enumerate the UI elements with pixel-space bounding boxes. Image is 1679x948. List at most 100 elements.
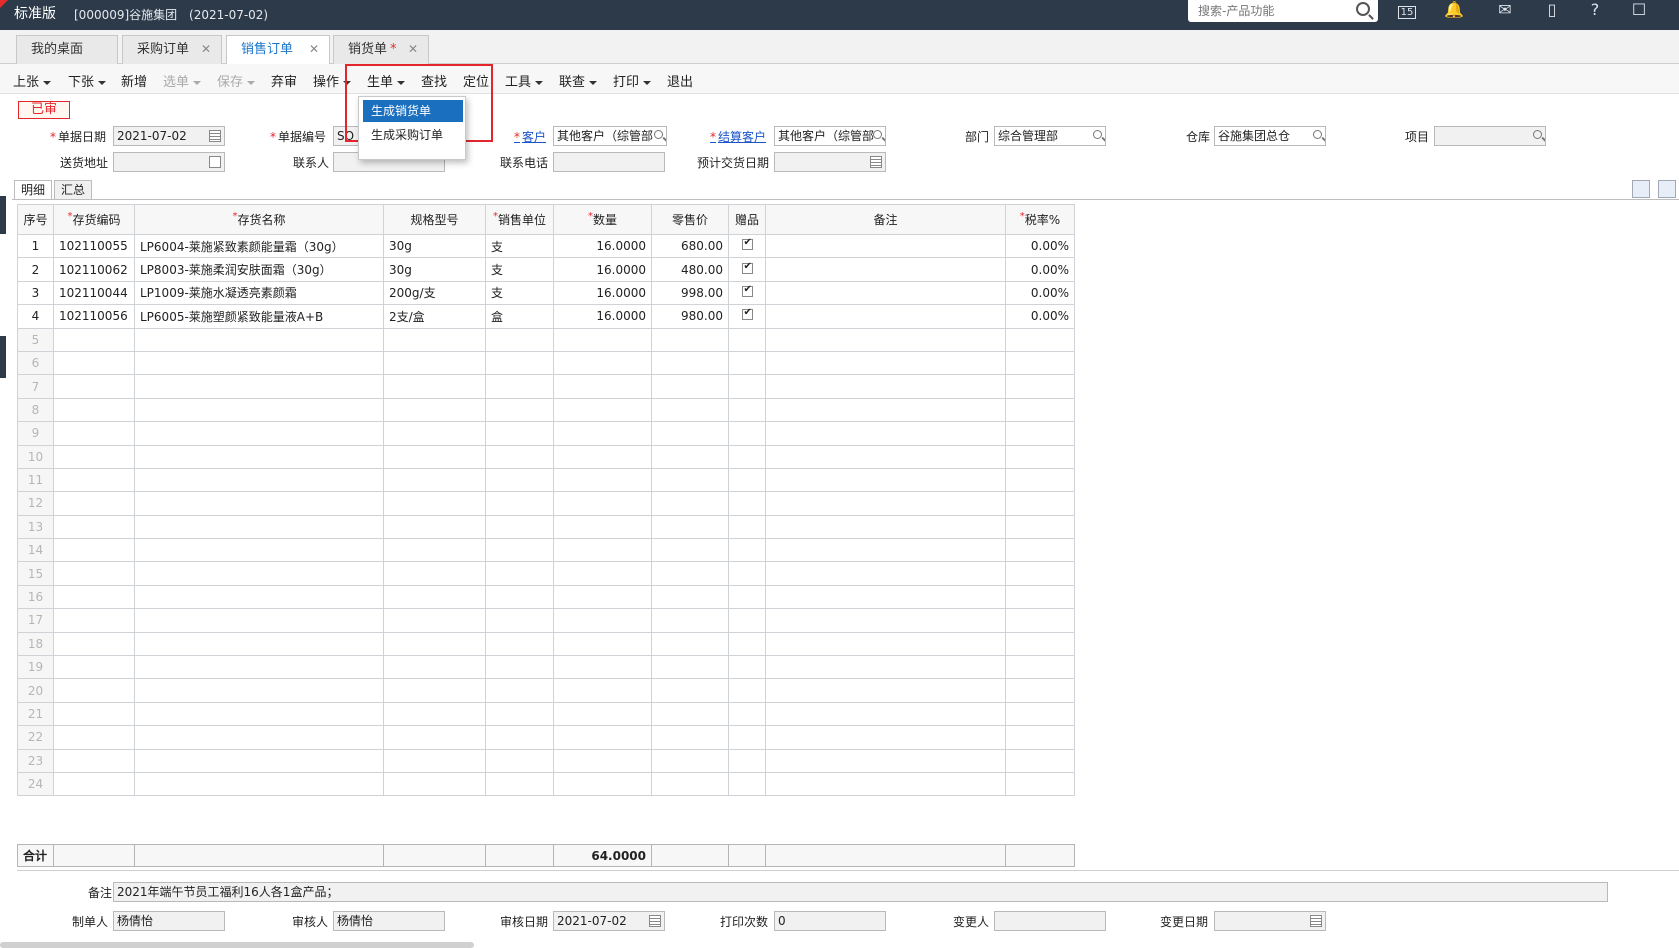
empty-cell[interactable] xyxy=(53,701,135,727)
empty-cell[interactable] xyxy=(485,584,554,610)
print-button[interactable]: 打印 xyxy=(613,71,652,90)
cell-price[interactable]: 998.00 xyxy=(651,280,729,306)
menu-item-generate-delivery[interactable]: 生成销货单 xyxy=(363,100,463,122)
table-row[interactable]: 17 xyxy=(17,608,1075,633)
empty-cell[interactable] xyxy=(765,421,1006,446)
empty-cell[interactable] xyxy=(651,701,729,727)
empty-cell[interactable] xyxy=(765,584,1006,610)
empty-cell[interactable] xyxy=(53,350,135,376)
empty-cell[interactable] xyxy=(1005,701,1075,727)
empty-cell[interactable] xyxy=(383,374,486,399)
empty-cell[interactable] xyxy=(651,444,729,469)
empty-cell[interactable] xyxy=(53,491,135,516)
empty-cell[interactable] xyxy=(53,678,135,703)
empty-cell[interactable] xyxy=(383,678,486,703)
cell-qty[interactable]: 16.0000 xyxy=(553,257,652,282)
empty-cell[interactable] xyxy=(485,444,554,469)
empty-cell[interactable] xyxy=(1005,748,1075,773)
save-button[interactable]: 保存 xyxy=(217,71,256,90)
cell-qty[interactable]: 16.0000 xyxy=(553,280,652,306)
empty-cell[interactable] xyxy=(728,421,766,446)
table-row[interactable]: 22 xyxy=(17,725,1075,750)
empty-cell[interactable] xyxy=(553,584,652,610)
cell-note[interactable] xyxy=(765,257,1006,282)
cell-note[interactable] xyxy=(765,280,1006,306)
table-row[interactable]: 9 xyxy=(17,421,1075,446)
cell-price[interactable]: 480.00 xyxy=(651,257,729,282)
cell-note[interactable] xyxy=(765,233,1006,259)
empty-cell[interactable] xyxy=(53,725,135,750)
empty-cell[interactable] xyxy=(728,608,766,633)
empty-cell[interactable] xyxy=(1005,397,1075,423)
empty-cell[interactable] xyxy=(765,467,1006,493)
empty-cell[interactable] xyxy=(728,467,766,493)
empty-cell[interactable] xyxy=(1005,725,1075,750)
empty-cell[interactable] xyxy=(485,327,554,352)
cell-tax[interactable]: 0.00% xyxy=(1005,257,1075,282)
settle-customer-label[interactable]: * 结算客户 xyxy=(710,128,766,145)
empty-cell[interactable] xyxy=(1005,538,1075,563)
empty-cell[interactable] xyxy=(53,608,135,633)
phone-field[interactable] xyxy=(553,152,665,172)
cell-code[interactable]: 102110044 xyxy=(53,280,135,306)
empty-cell[interactable] xyxy=(728,655,766,680)
empty-cell[interactable] xyxy=(728,444,766,469)
empty-cell[interactable] xyxy=(1005,421,1075,446)
change-date-field[interactable] xyxy=(1214,911,1326,931)
cell-unit[interactable]: 盒 xyxy=(485,304,554,329)
cell-unit[interactable]: 支 xyxy=(485,257,554,282)
table-row[interactable]: 7 xyxy=(17,374,1075,399)
cell-spec[interactable]: 30g xyxy=(383,233,486,259)
empty-cell[interactable] xyxy=(728,631,766,657)
empty-cell[interactable] xyxy=(1005,327,1075,352)
empty-cell[interactable] xyxy=(728,771,766,797)
empty-cell[interactable] xyxy=(728,514,766,540)
empty-cell[interactable] xyxy=(651,397,729,423)
empty-cell[interactable] xyxy=(728,327,766,352)
next-button[interactable]: 下张 xyxy=(68,71,107,90)
empty-cell[interactable] xyxy=(383,655,486,680)
cell-tax[interactable]: 0.00% xyxy=(1005,233,1075,259)
table-row[interactable]: 23 xyxy=(17,748,1075,773)
empty-cell[interactable] xyxy=(485,491,554,516)
empty-cell[interactable] xyxy=(553,725,652,750)
table-row[interactable]: 6 xyxy=(17,350,1075,376)
empty-cell[interactable] xyxy=(765,561,1006,586)
empty-cell[interactable] xyxy=(728,725,766,750)
empty-cell[interactable] xyxy=(134,467,384,493)
col-header[interactable]: 备注 xyxy=(765,204,1006,235)
empty-cell[interactable] xyxy=(53,631,135,657)
empty-cell[interactable] xyxy=(134,678,384,703)
cell-unit[interactable]: 支 xyxy=(485,280,554,306)
empty-cell[interactable] xyxy=(765,771,1006,797)
gift-checkbox[interactable] xyxy=(741,261,753,274)
empty-cell[interactable] xyxy=(553,374,652,399)
empty-cell[interactable] xyxy=(134,725,384,750)
cell-gift[interactable] xyxy=(728,257,766,282)
empty-cell[interactable] xyxy=(383,421,486,446)
empty-cell[interactable] xyxy=(553,655,652,680)
empty-cell[interactable] xyxy=(553,444,652,469)
cell-note[interactable] xyxy=(765,304,1006,329)
empty-cell[interactable] xyxy=(53,467,135,493)
empty-cell[interactable] xyxy=(1005,561,1075,586)
tab-sales-delivery[interactable]: 销货单 * ✕ xyxy=(333,35,429,64)
empty-cell[interactable] xyxy=(485,421,554,446)
empty-cell[interactable] xyxy=(1005,444,1075,469)
table-row[interactable]: 3 102110044 LP1009-莱施水凝透亮素颜霜 200g/支支 16.0000… xyxy=(17,280,1075,306)
empty-cell[interactable] xyxy=(485,467,554,493)
lookup-icon[interactable] xyxy=(1093,130,1102,139)
tab-sales-order[interactable]: 销售订单 ✕ xyxy=(226,35,330,65)
empty-cell[interactable] xyxy=(383,771,486,797)
empty-cell[interactable] xyxy=(765,374,1006,399)
col-header[interactable]: *存货名称 xyxy=(134,204,384,235)
empty-cell[interactable] xyxy=(53,584,135,610)
empty-cell[interactable] xyxy=(134,584,384,610)
empty-cell[interactable] xyxy=(651,584,729,610)
gift-checkbox[interactable] xyxy=(741,284,753,297)
table-row[interactable]: 11 xyxy=(17,467,1075,493)
paste-icon[interactable] xyxy=(1658,180,1676,198)
empty-cell[interactable] xyxy=(383,397,486,423)
table-row[interactable]: 1 102110055 LP6004-莱施紧致素颜能量霜（30g） 30g 支 16.00… xyxy=(17,233,1075,259)
empty-cell[interactable] xyxy=(553,771,652,797)
